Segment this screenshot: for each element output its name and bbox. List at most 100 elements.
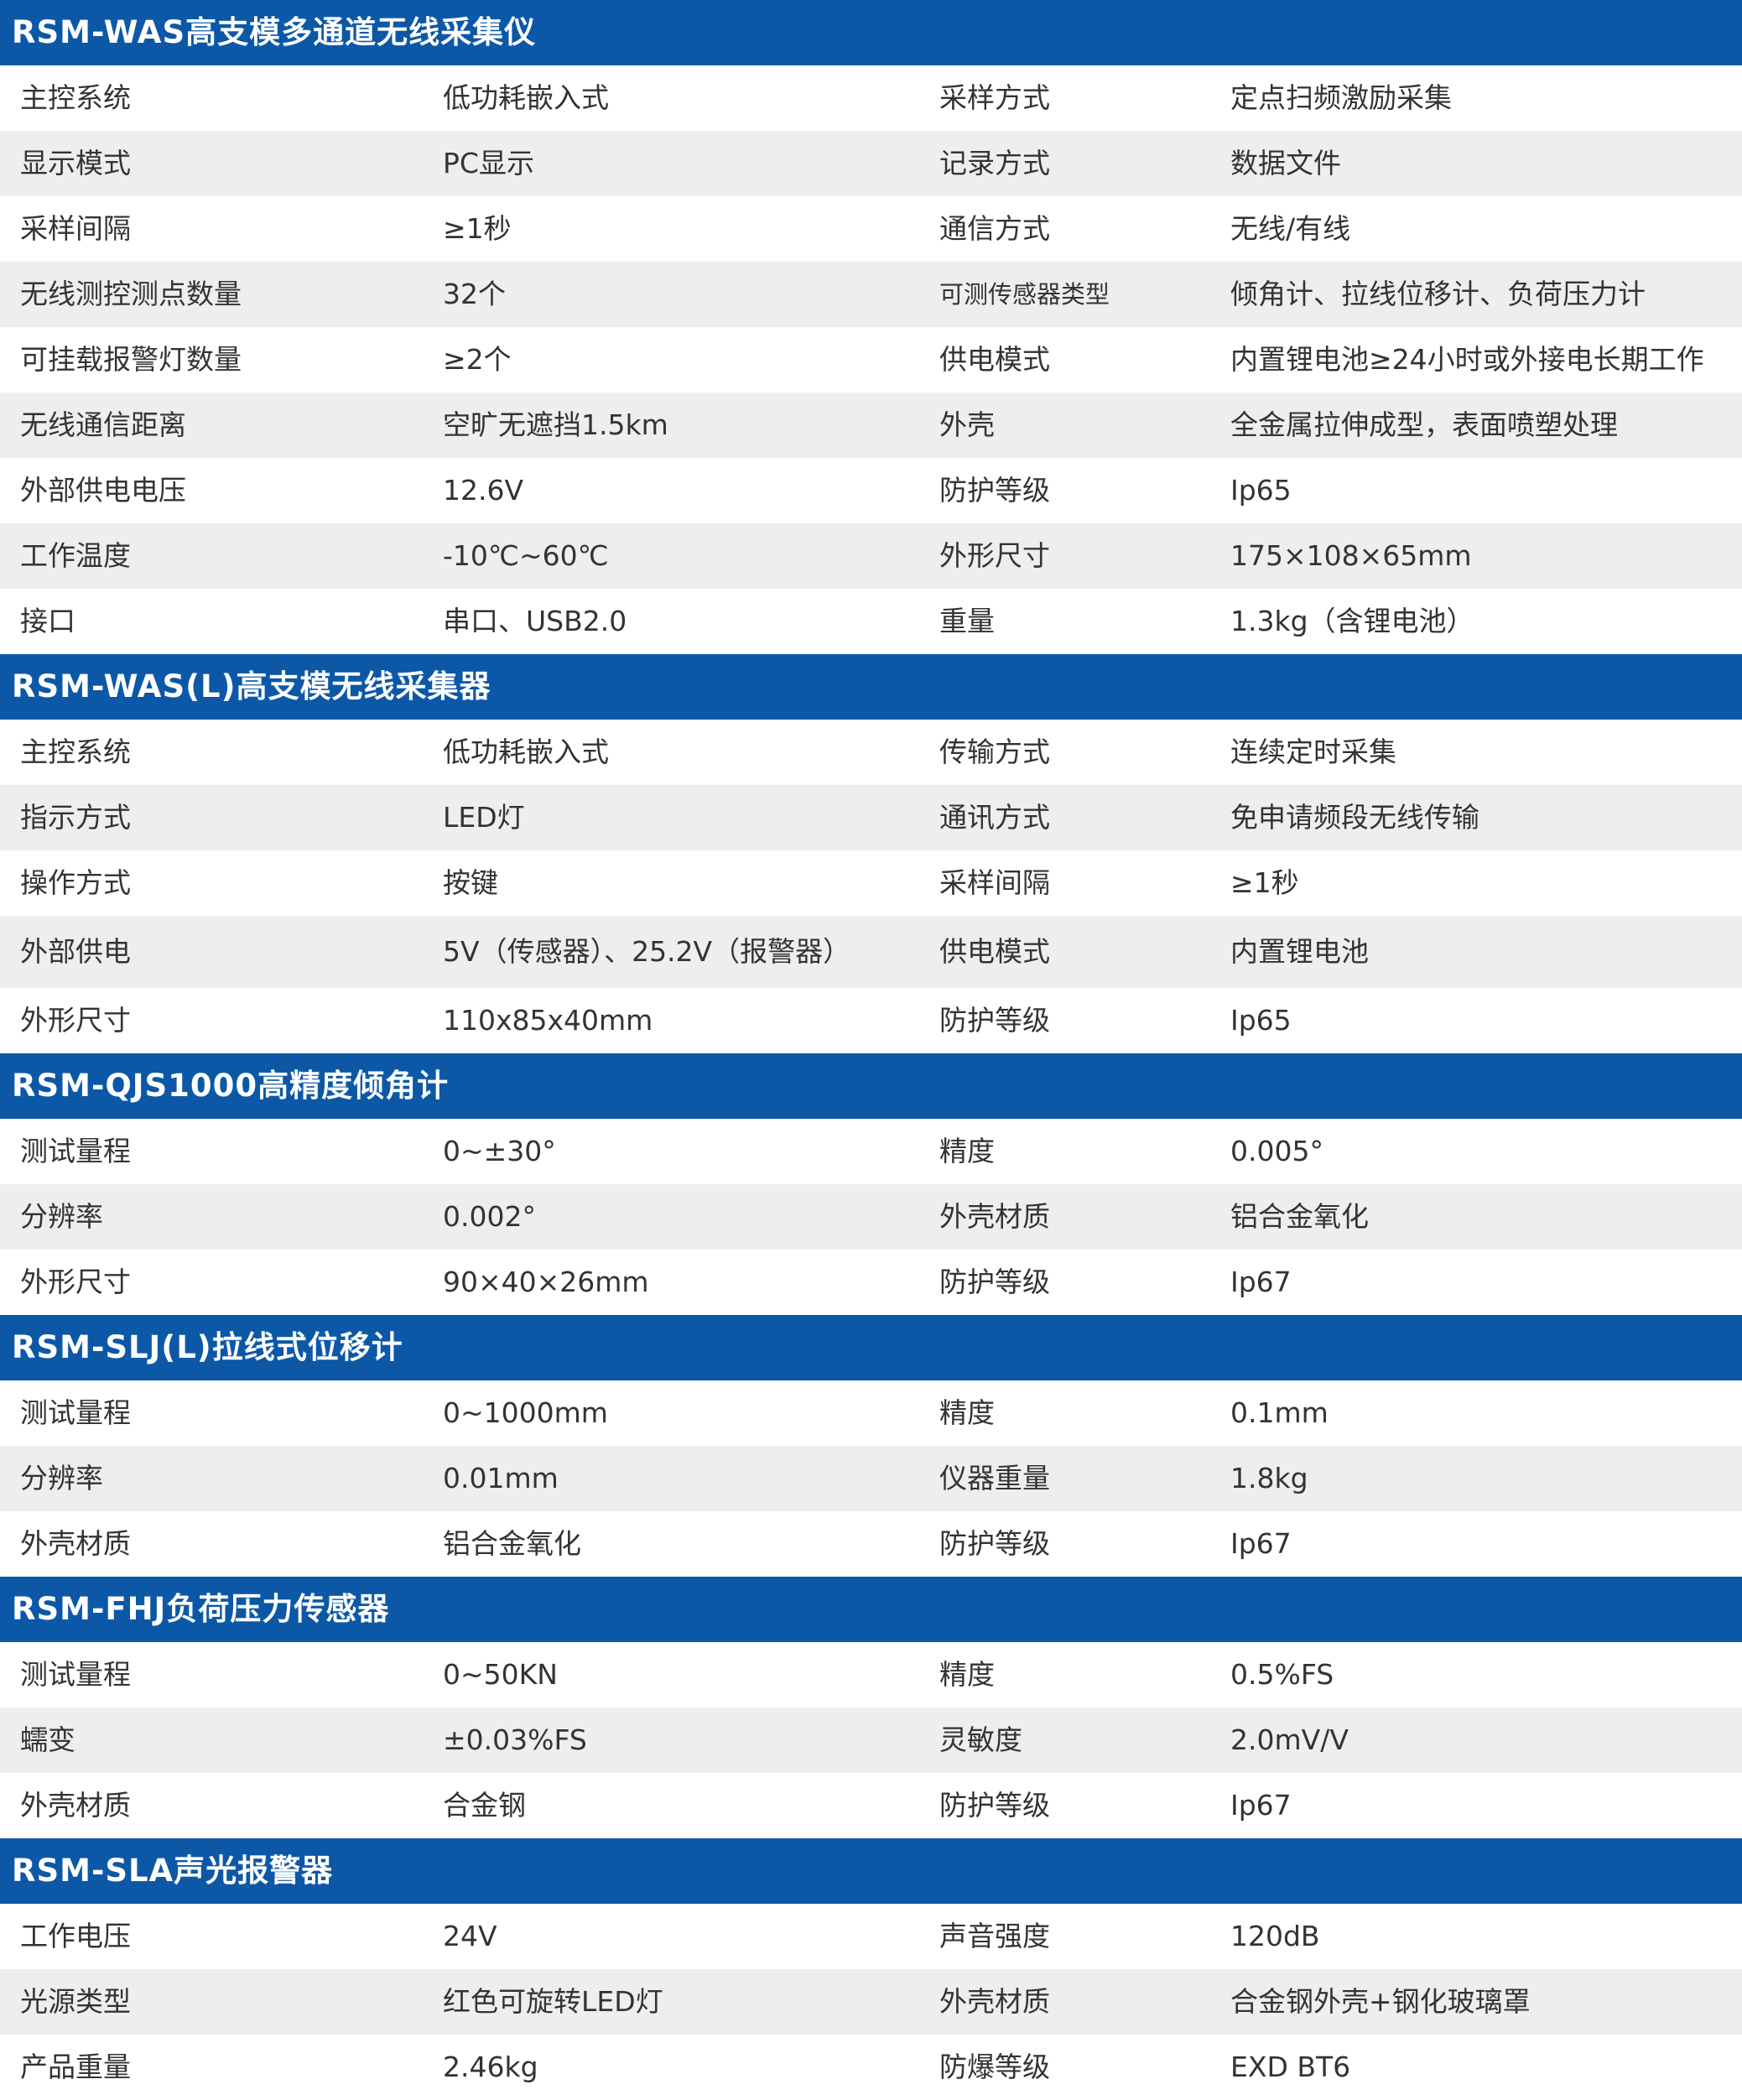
spec-value: -10℃~60℃	[443, 539, 609, 572]
spec-value: 110x85x40mm	[443, 1004, 653, 1037]
spec-value: 0.5%FS	[1230, 1658, 1334, 1691]
spec-row: 测试量程 0~±30° 精度 0.005°	[0, 1119, 1742, 1184]
spec-label: 供电模式	[939, 343, 1050, 376]
spec-label: 显示模式	[20, 147, 131, 179]
section-was: RSM-WAS高支模多通道无线采集仪 主控系统 低功耗嵌入式 采样方式 定点扫频激励采…	[0, 0, 1742, 654]
spec-sheet: RSM-WAS高支模多通道无线采集仪 主控系统 低功耗嵌入式 采样方式 定点扫频激励采…	[0, 0, 1742, 2100]
spec-label: 防护等级	[939, 474, 1050, 507]
spec-label: 供电模式	[939, 935, 1050, 968]
spec-label: 仪器重量	[939, 1462, 1050, 1494]
spec-label: 外壳材质	[20, 1527, 131, 1560]
spec-value: PC显示	[443, 147, 534, 179]
spec-value: 全金属拉伸成型，表面喷塑处理	[1230, 408, 1618, 441]
spec-value: 0~±30°	[443, 1135, 556, 1167]
spec-value: 32个	[443, 278, 506, 310]
spec-label: 外形尺寸	[20, 1004, 131, 1037]
section-header: RSM-WAS高支模多通道无线采集仪	[0, 0, 1742, 65]
spec-value: 0.01mm	[443, 1462, 559, 1494]
spec-row: 分辨率 0.01mm 仪器重量 1.8kg	[0, 1446, 1742, 1511]
spec-label: 测试量程	[20, 1135, 131, 1167]
spec-label: 传输方式	[939, 736, 1050, 768]
spec-row: 可挂载报警灯数量 ≥2个 供电模式 内置锂电池≥24小时或外接电长期工作	[0, 327, 1742, 392]
spec-value: Ip67	[1230, 1527, 1292, 1560]
spec-label: 光源类型	[20, 1985, 131, 2018]
spec-label: 分辨率	[20, 1200, 103, 1233]
spec-label: 接口	[20, 605, 75, 637]
section-header: RSM-FHJ负荷压力传感器	[0, 1577, 1742, 1642]
section-qjs1000: RSM-QJS1000高精度倾角计 测试量程 0~±30° 精度 0.005° 分辨率…	[0, 1053, 1742, 1315]
spec-value: ≥2个	[443, 343, 512, 376]
spec-label: 灵敏度	[939, 1723, 1022, 1756]
spec-row: 外壳材质 合金钢 防护等级 Ip67	[0, 1773, 1742, 1838]
spec-row: 外形尺寸 110x85x40mm 防护等级 Ip65	[0, 988, 1742, 1053]
spec-label: 采样间隔	[20, 212, 131, 245]
spec-label: 工作电压	[20, 1920, 131, 1952]
spec-value: ±0.03%FS	[443, 1723, 587, 1756]
spec-label: 蠕变	[20, 1723, 75, 1756]
spec-label: 分辨率	[20, 1462, 103, 1494]
spec-value: 合金钢外壳+钢化玻璃罩	[1230, 1985, 1531, 2018]
spec-value: 0~50KN	[443, 1658, 558, 1691]
spec-row: 无线测控测点数量 32个 可测传感器类型 倾角计、拉线位移计、负荷压力计	[0, 262, 1742, 327]
section-header: RSM-QJS1000高精度倾角计	[0, 1053, 1742, 1119]
spec-label: 操作方式	[20, 866, 131, 899]
spec-value: 倾角计、拉线位移计、负荷压力计	[1230, 278, 1646, 310]
spec-value: ≥1秒	[1230, 866, 1299, 899]
spec-label: 防护等级	[939, 1004, 1050, 1037]
spec-value: 低功耗嵌入式	[443, 81, 609, 114]
spec-row: 外形尺寸 90×40×26mm 防护等级 Ip67	[0, 1250, 1742, 1315]
spec-label: 精度	[939, 1658, 995, 1691]
spec-row: 主控系统 低功耗嵌入式 传输方式 连续定时采集	[0, 720, 1742, 785]
section-was-l: RSM-WAS(L)高支模无线采集器 主控系统 低功耗嵌入式 传输方式 连续定时采集 …	[0, 654, 1742, 1053]
spec-value: 合金钢	[443, 1789, 526, 1822]
spec-value: 0~1000mm	[443, 1396, 608, 1429]
spec-row: 工作电压 24V 声音强度 120dB	[0, 1904, 1742, 1969]
spec-value: 5V（传感器）、25.2V（报警器）	[443, 935, 851, 968]
spec-value: 免申请频段无线传输	[1230, 801, 1479, 834]
spec-label: 精度	[939, 1135, 995, 1167]
spec-label: 外壳材质	[20, 1789, 131, 1822]
spec-label: 工作温度	[20, 539, 131, 572]
spec-value: 120dB	[1230, 1920, 1320, 1952]
spec-value: 0.005°	[1230, 1135, 1323, 1167]
spec-value: 1.8kg	[1230, 1462, 1308, 1494]
spec-value: EXD BT6	[1230, 2051, 1351, 2083]
spec-value: 红色可旋转LED灯	[443, 1985, 663, 2018]
spec-label: 防护等级	[939, 1527, 1050, 1560]
spec-value: Ip65	[1230, 1004, 1292, 1037]
spec-value: 内置锂电池≥24小时或外接电长期工作	[1230, 343, 1704, 376]
spec-value: ≥1秒	[443, 212, 512, 245]
spec-row: 测试量程 0~1000mm 精度 0.1mm	[0, 1380, 1742, 1446]
spec-label: 可测传感器类型	[939, 280, 1110, 309]
spec-value: 2.46kg	[443, 2051, 538, 2083]
spec-row: 采样间隔 ≥1秒 通信方式 无线/有线	[0, 196, 1742, 262]
spec-label: 外部供电电压	[20, 474, 186, 507]
section-header: RSM-SLJ(L)拉线式位移计	[0, 1315, 1742, 1380]
spec-value: 铝合金氧化	[443, 1527, 581, 1560]
spec-label: 外形尺寸	[20, 1266, 131, 1298]
spec-row: 指示方式 LED灯 通讯方式 免申请频段无线传输	[0, 785, 1742, 850]
spec-label: 防爆等级	[939, 2051, 1050, 2083]
spec-value: Ip67	[1230, 1789, 1292, 1822]
spec-row: 无线通信距离 空旷无遮挡1.5km 外壳 全金属拉伸成型，表面喷塑处理	[0, 392, 1742, 458]
spec-row: 测试量程 0~50KN 精度 0.5%FS	[0, 1642, 1742, 1708]
spec-value: 24V	[443, 1920, 497, 1952]
spec-label: 指示方式	[20, 801, 131, 834]
spec-label: 防护等级	[939, 1789, 1050, 1822]
spec-row: 工作温度 -10℃~60℃ 外形尺寸 175×108×65mm	[0, 523, 1742, 589]
spec-row: 分辨率 0.002° 外壳材质 铝合金氧化	[0, 1184, 1742, 1250]
spec-label: 产品重量	[20, 2051, 131, 2083]
spec-label: 记录方式	[939, 147, 1050, 179]
spec-value: 空旷无遮挡1.5km	[443, 408, 668, 441]
spec-value: Ip65	[1230, 474, 1292, 507]
spec-label: 无线通信距离	[20, 408, 186, 441]
spec-value: 按键	[443, 866, 498, 899]
spec-label: 声音强度	[939, 1920, 1050, 1952]
spec-label: 测试量程	[20, 1658, 131, 1691]
spec-row: 外壳材质 铝合金氧化 防护等级 Ip67	[0, 1511, 1742, 1577]
spec-row: 主控系统 低功耗嵌入式 采样方式 定点扫频激励采集	[0, 65, 1742, 131]
spec-value: 定点扫频激励采集	[1230, 81, 1452, 114]
section-fhj: RSM-FHJ负荷压力传感器 测试量程 0~50KN 精度 0.5%FS 蠕变 ±0.0…	[0, 1577, 1742, 1838]
spec-value: 串口、USB2.0	[443, 605, 627, 637]
spec-label: 采样间隔	[939, 866, 1050, 899]
